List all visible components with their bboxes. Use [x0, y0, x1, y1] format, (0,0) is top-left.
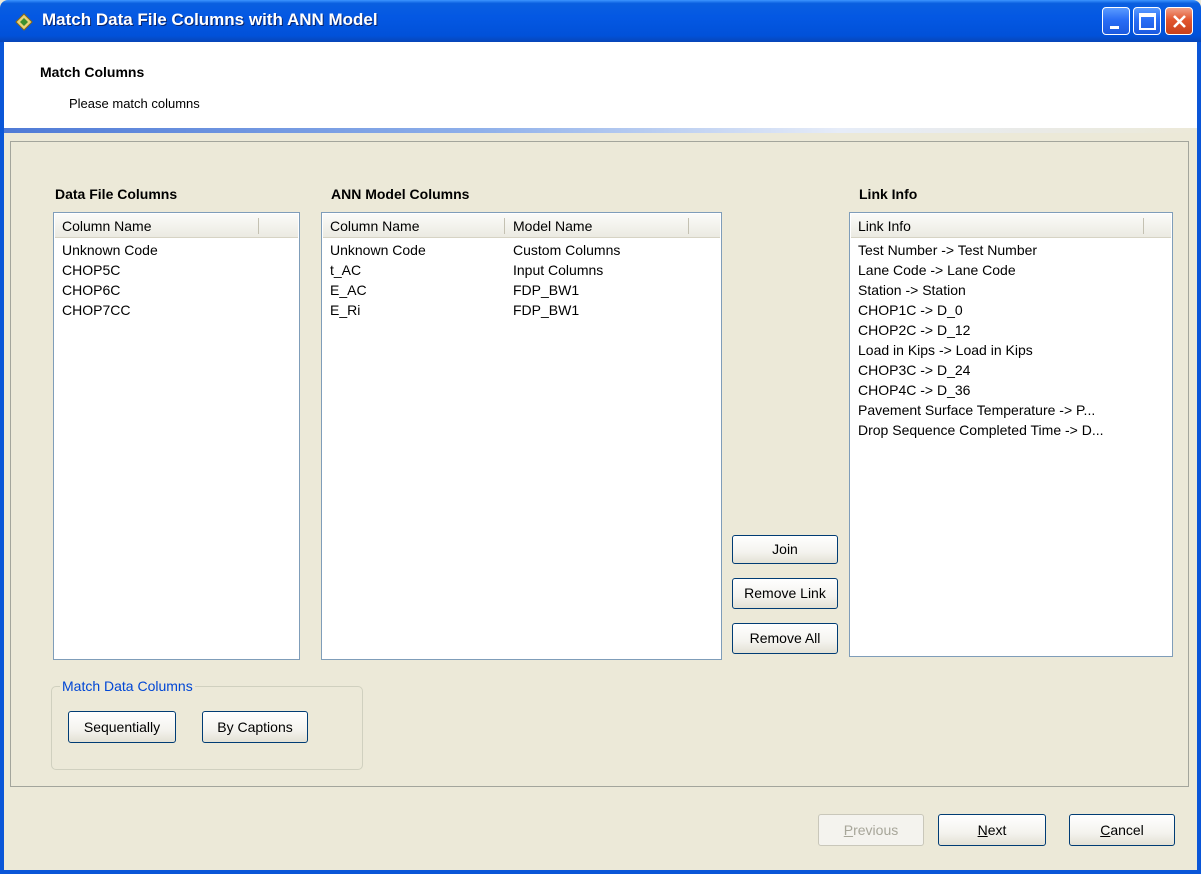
- list-item[interactable]: CHOP5C: [55, 260, 298, 280]
- cancel-button[interactable]: Cancel: [1069, 814, 1175, 846]
- column-header-model-name[interactable]: Model Name: [506, 214, 592, 238]
- header-subtitle: Please match columns: [69, 96, 200, 111]
- ann-model-list-body: Unknown Code Custom Columns t_AC Input C…: [323, 240, 720, 658]
- data-file-list-body: Unknown Code CHOP5C CHOP6C CHOP7CC: [55, 240, 298, 658]
- column-header-column-name[interactable]: Column Name: [323, 214, 419, 238]
- ann-model-columns-list[interactable]: Column Name Model Name Unknown Code Cust…: [321, 212, 722, 660]
- list-item[interactable]: Station -> Station: [851, 280, 1171, 300]
- list-item[interactable]: CHOP7CC: [55, 300, 298, 320]
- list-item[interactable]: CHOP3C -> D_24: [851, 360, 1171, 380]
- remove-all-button[interactable]: Remove All: [732, 623, 838, 654]
- ann-model-list-header: Column Name Model Name: [323, 214, 720, 238]
- window-frame-left: [0, 42, 4, 874]
- maximize-button[interactable]: [1133, 7, 1161, 35]
- minimize-icon: [1110, 26, 1119, 29]
- list-item[interactable]: Unknown Code: [55, 240, 298, 260]
- list-item[interactable]: Lane Code -> Lane Code: [851, 260, 1171, 280]
- link-info-label: Link Info: [859, 186, 918, 202]
- list-item[interactable]: CHOP6C: [55, 280, 298, 300]
- wizard-header: Match Columns Please match columns: [4, 42, 1197, 130]
- column-separator: [504, 218, 505, 234]
- by-captions-button[interactable]: By Captions: [202, 711, 308, 743]
- match-data-columns-legend: Match Data Columns: [60, 678, 195, 694]
- close-icon: [1173, 15, 1186, 28]
- previous-button[interactable]: Previous: [818, 814, 924, 846]
- close-button[interactable]: [1165, 7, 1193, 35]
- ann-model-columns-label: ANN Model Columns: [331, 186, 470, 202]
- link-info-list-header: Link Info: [851, 214, 1171, 238]
- column-separator: [688, 218, 689, 234]
- previous-button-label: Previous: [843, 822, 899, 838]
- window-frame-bottom: [0, 870, 1201, 874]
- join-button[interactable]: Join: [732, 535, 838, 564]
- list-item[interactable]: CHOP1C -> D_0: [851, 300, 1171, 320]
- data-file-columns-list[interactable]: Column Name Unknown Code CHOP5C CHOP6C C…: [53, 212, 300, 660]
- table-row[interactable]: Unknown Code Custom Columns: [323, 240, 720, 260]
- main-panel: Data File Columns Column Name Unknown Co…: [10, 141, 1189, 787]
- data-file-list-header: Column Name: [55, 214, 298, 238]
- remove-link-button[interactable]: Remove Link: [732, 578, 838, 609]
- title-bar[interactable]: Match Data File Columns with ANN Model: [0, 0, 1201, 42]
- list-item[interactable]: Test Number -> Test Number: [851, 240, 1171, 260]
- header-divider: [4, 128, 1197, 133]
- list-item[interactable]: Load in Kips -> Load in Kips: [851, 340, 1171, 360]
- next-button-label: Next: [977, 822, 1007, 838]
- cancel-button-label: Cancel: [1100, 822, 1144, 838]
- list-item[interactable]: Drop Sequence Completed Time -> D...: [851, 420, 1171, 440]
- link-info-list[interactable]: Link Info Test Number -> Test Number Lan…: [849, 212, 1173, 657]
- maximize-icon: [1139, 13, 1156, 30]
- data-file-columns-label: Data File Columns: [55, 186, 178, 202]
- window-frame-right: [1197, 42, 1201, 874]
- table-row[interactable]: t_AC Input Columns: [323, 260, 720, 280]
- sequentially-button[interactable]: Sequentially: [68, 711, 176, 743]
- app-icon: [14, 12, 34, 32]
- window-title: Match Data File Columns with ANN Model: [42, 10, 378, 29]
- header-title: Match Columns: [40, 64, 145, 80]
- minimize-button[interactable]: [1102, 7, 1130, 35]
- column-separator: [1143, 218, 1144, 234]
- column-header-link-info[interactable]: Link Info: [851, 214, 911, 238]
- list-item[interactable]: Pavement Surface Temperature -> P...: [851, 400, 1171, 420]
- table-row[interactable]: E_AC FDP_BW1: [323, 280, 720, 300]
- next-button[interactable]: Next: [938, 814, 1046, 846]
- match-data-columns-group: Match Data Columns Sequentially By Capti…: [51, 678, 363, 770]
- column-separator: [258, 218, 259, 234]
- list-item[interactable]: CHOP4C -> D_36: [851, 380, 1171, 400]
- link-info-list-body: Test Number -> Test Number Lane Code -> …: [851, 240, 1171, 655]
- list-item[interactable]: CHOP2C -> D_12: [851, 320, 1171, 340]
- table-row[interactable]: E_Ri FDP_BW1: [323, 300, 720, 320]
- column-header-column-name[interactable]: Column Name: [55, 214, 151, 238]
